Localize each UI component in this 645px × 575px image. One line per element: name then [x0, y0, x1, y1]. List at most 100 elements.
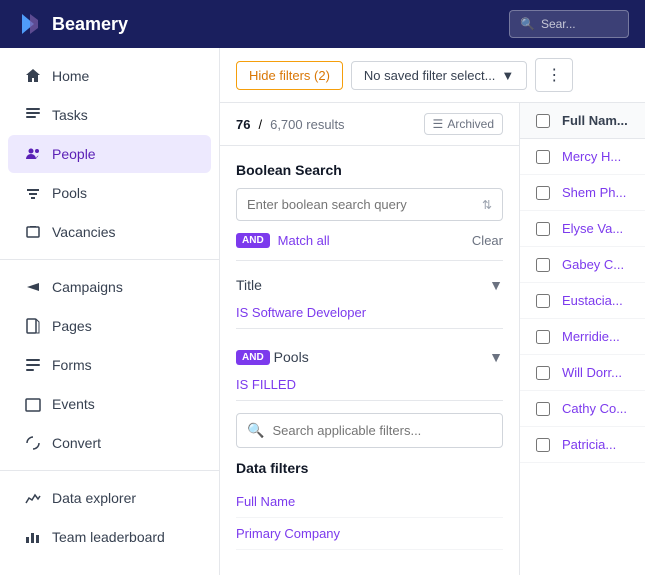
more-options-button[interactable]: ⋮ — [535, 58, 573, 92]
boolean-arrows-icon: ⇅ — [482, 198, 492, 212]
title-filter-header[interactable]: Title ▼ — [236, 269, 503, 301]
home-icon — [24, 67, 42, 85]
pools-and-badge: AND — [236, 350, 270, 365]
table-row: Cathy Co... — [520, 391, 645, 427]
sidebar-item-campaigns[interactable]: Campaigns — [8, 268, 211, 306]
row-checkbox[interactable] — [536, 294, 550, 308]
chevron-down-icon: ▼ — [501, 68, 514, 83]
sidebar-item-data-explorer[interactable]: Data explorer — [8, 479, 211, 517]
sidebar-item-label: Vacancies — [52, 224, 116, 240]
sidebar-item-vacancies[interactable]: Vacancies — [8, 213, 211, 251]
sidebar-item-pages[interactable]: Pages — [8, 307, 211, 345]
match-all-row: AND Match all Clear — [236, 233, 503, 248]
sidebar-item-forms[interactable]: Forms — [8, 346, 211, 384]
row-checkbox[interactable] — [536, 150, 550, 164]
sidebar-item-tasks[interactable]: Tasks — [8, 96, 211, 134]
boolean-search-input[interactable] — [247, 197, 482, 212]
data-filter-full-name[interactable]: Full Name — [236, 486, 503, 518]
and-badge: AND — [236, 233, 270, 248]
header-search[interactable]: 🔍 Sear... — [509, 10, 629, 38]
archived-label: Archived — [447, 117, 494, 131]
table-row: Eustacia... — [520, 283, 645, 319]
team-leaderboard-icon — [24, 528, 42, 546]
people-icon — [24, 145, 42, 163]
filter-search-input[interactable] — [272, 423, 492, 438]
name-cell[interactable]: Shem Ph... — [562, 185, 626, 200]
table-row: Shem Ph... — [520, 175, 645, 211]
sidebar-item-pools[interactable]: Pools — [8, 174, 211, 212]
boolean-search-label: Boolean Search — [236, 162, 503, 178]
select-all-checkbox[interactable] — [536, 114, 550, 128]
table-area: Full Nam... Mercy H... Shem Ph... Elyse … — [520, 103, 645, 575]
row-checkbox[interactable] — [536, 330, 550, 344]
sidebar-item-home[interactable]: Home — [8, 57, 211, 95]
logo-text: Beamery — [52, 14, 128, 35]
app-body: Home Tasks People Pools Vacancies — [0, 48, 645, 575]
table-row: Mercy H... — [520, 139, 645, 175]
name-cell[interactable]: Will Dorr... — [562, 365, 622, 380]
sidebar-item-team-leaderboard[interactable]: Team leaderboard — [8, 518, 211, 556]
sidebar-item-convert[interactable]: Convert — [8, 424, 211, 462]
match-all-text[interactable]: Match all — [278, 233, 330, 248]
data-filter-primary-company[interactable]: Primary Company — [236, 518, 503, 550]
vacancies-icon — [24, 223, 42, 241]
row-checkbox[interactable] — [536, 438, 550, 452]
sidebar-item-label: Convert — [52, 435, 101, 451]
boolean-search-section: Boolean Search ⇅ — [236, 162, 503, 221]
filter-panel: 76 / 6,700 results ☰ Archived Boole — [220, 103, 520, 575]
sidebar-item-label: Tasks — [52, 107, 88, 123]
row-checkbox[interactable] — [536, 186, 550, 200]
results-total: 6,700 results — [270, 117, 344, 132]
name-cell[interactable]: Mercy H... — [562, 149, 621, 164]
table-body: Mercy H... Shem Ph... Elyse Va... Gabey … — [520, 139, 645, 575]
pools-chevron-icon: ▼ — [489, 349, 503, 365]
events-icon — [24, 395, 42, 413]
convert-icon — [24, 434, 42, 452]
name-cell[interactable]: Eustacia... — [562, 293, 623, 308]
title-filter-section: Title ▼ IS Software Developer — [236, 269, 503, 329]
sidebar-item-events[interactable]: Events — [8, 385, 211, 423]
row-checkbox[interactable] — [536, 402, 550, 416]
pools-filter-section: AND Pools ▼ IS FILLED — [236, 341, 503, 401]
name-cell[interactable]: Elyse Va... — [562, 221, 623, 236]
archived-button[interactable]: ☰ Archived — [424, 113, 503, 135]
sidebar: Home Tasks People Pools Vacancies — [0, 48, 220, 575]
sidebar-item-label: Forms — [52, 357, 92, 373]
table-row: Elyse Va... — [520, 211, 645, 247]
sidebar-item-label: Pages — [52, 318, 92, 334]
name-cell[interactable]: Gabey C... — [562, 257, 624, 272]
name-cell[interactable]: Cathy Co... — [562, 401, 627, 416]
sidebar-item-label: Home — [52, 68, 89, 84]
sidebar-item-people[interactable]: People — [8, 135, 211, 173]
name-cell[interactable]: Patricia... — [562, 437, 616, 452]
content-area: 76 / 6,700 results ☰ Archived Boole — [220, 103, 645, 575]
row-checkbox[interactable] — [536, 222, 550, 236]
filter-divider-1 — [236, 260, 503, 261]
results-separator: / — [258, 117, 262, 132]
search-icon: 🔍 — [520, 17, 535, 31]
pools-filter-value: IS FILLED — [236, 373, 503, 401]
name-cell[interactable]: Merridie... — [562, 329, 620, 344]
sidebar-item-label: Pools — [52, 185, 87, 201]
sidebar-item-label: Events — [52, 396, 95, 412]
title-filter-label: Title — [236, 277, 262, 293]
toolbar: Hide filters (2) No saved filter select.… — [220, 48, 645, 103]
sidebar-item-label: People — [52, 146, 96, 162]
hide-filters-button[interactable]: Hide filters (2) — [236, 61, 343, 90]
table-row: Gabey C... — [520, 247, 645, 283]
sidebar-divider — [0, 259, 219, 260]
clear-button[interactable]: Clear — [472, 233, 503, 248]
col-full-name-header: Full Nam... — [562, 113, 628, 128]
row-checkbox[interactable] — [536, 258, 550, 272]
saved-filter-dropdown[interactable]: No saved filter select... ▼ — [351, 61, 527, 90]
app-header: Beamery 🔍 Sear... — [0, 0, 645, 48]
filter-body: Boolean Search ⇅ AND Match all Clear — [220, 146, 519, 575]
pools-icon — [24, 184, 42, 202]
main-area: Hide filters (2) No saved filter select.… — [220, 48, 645, 575]
pools-filter-header[interactable]: AND Pools ▼ — [236, 341, 503, 373]
boolean-search-input-wrapper: ⇅ — [236, 188, 503, 221]
row-checkbox[interactable] — [536, 366, 550, 380]
data-filters-label: Data filters — [236, 460, 503, 476]
table-header: Full Nam... — [520, 103, 645, 139]
title-chevron-icon: ▼ — [489, 277, 503, 293]
